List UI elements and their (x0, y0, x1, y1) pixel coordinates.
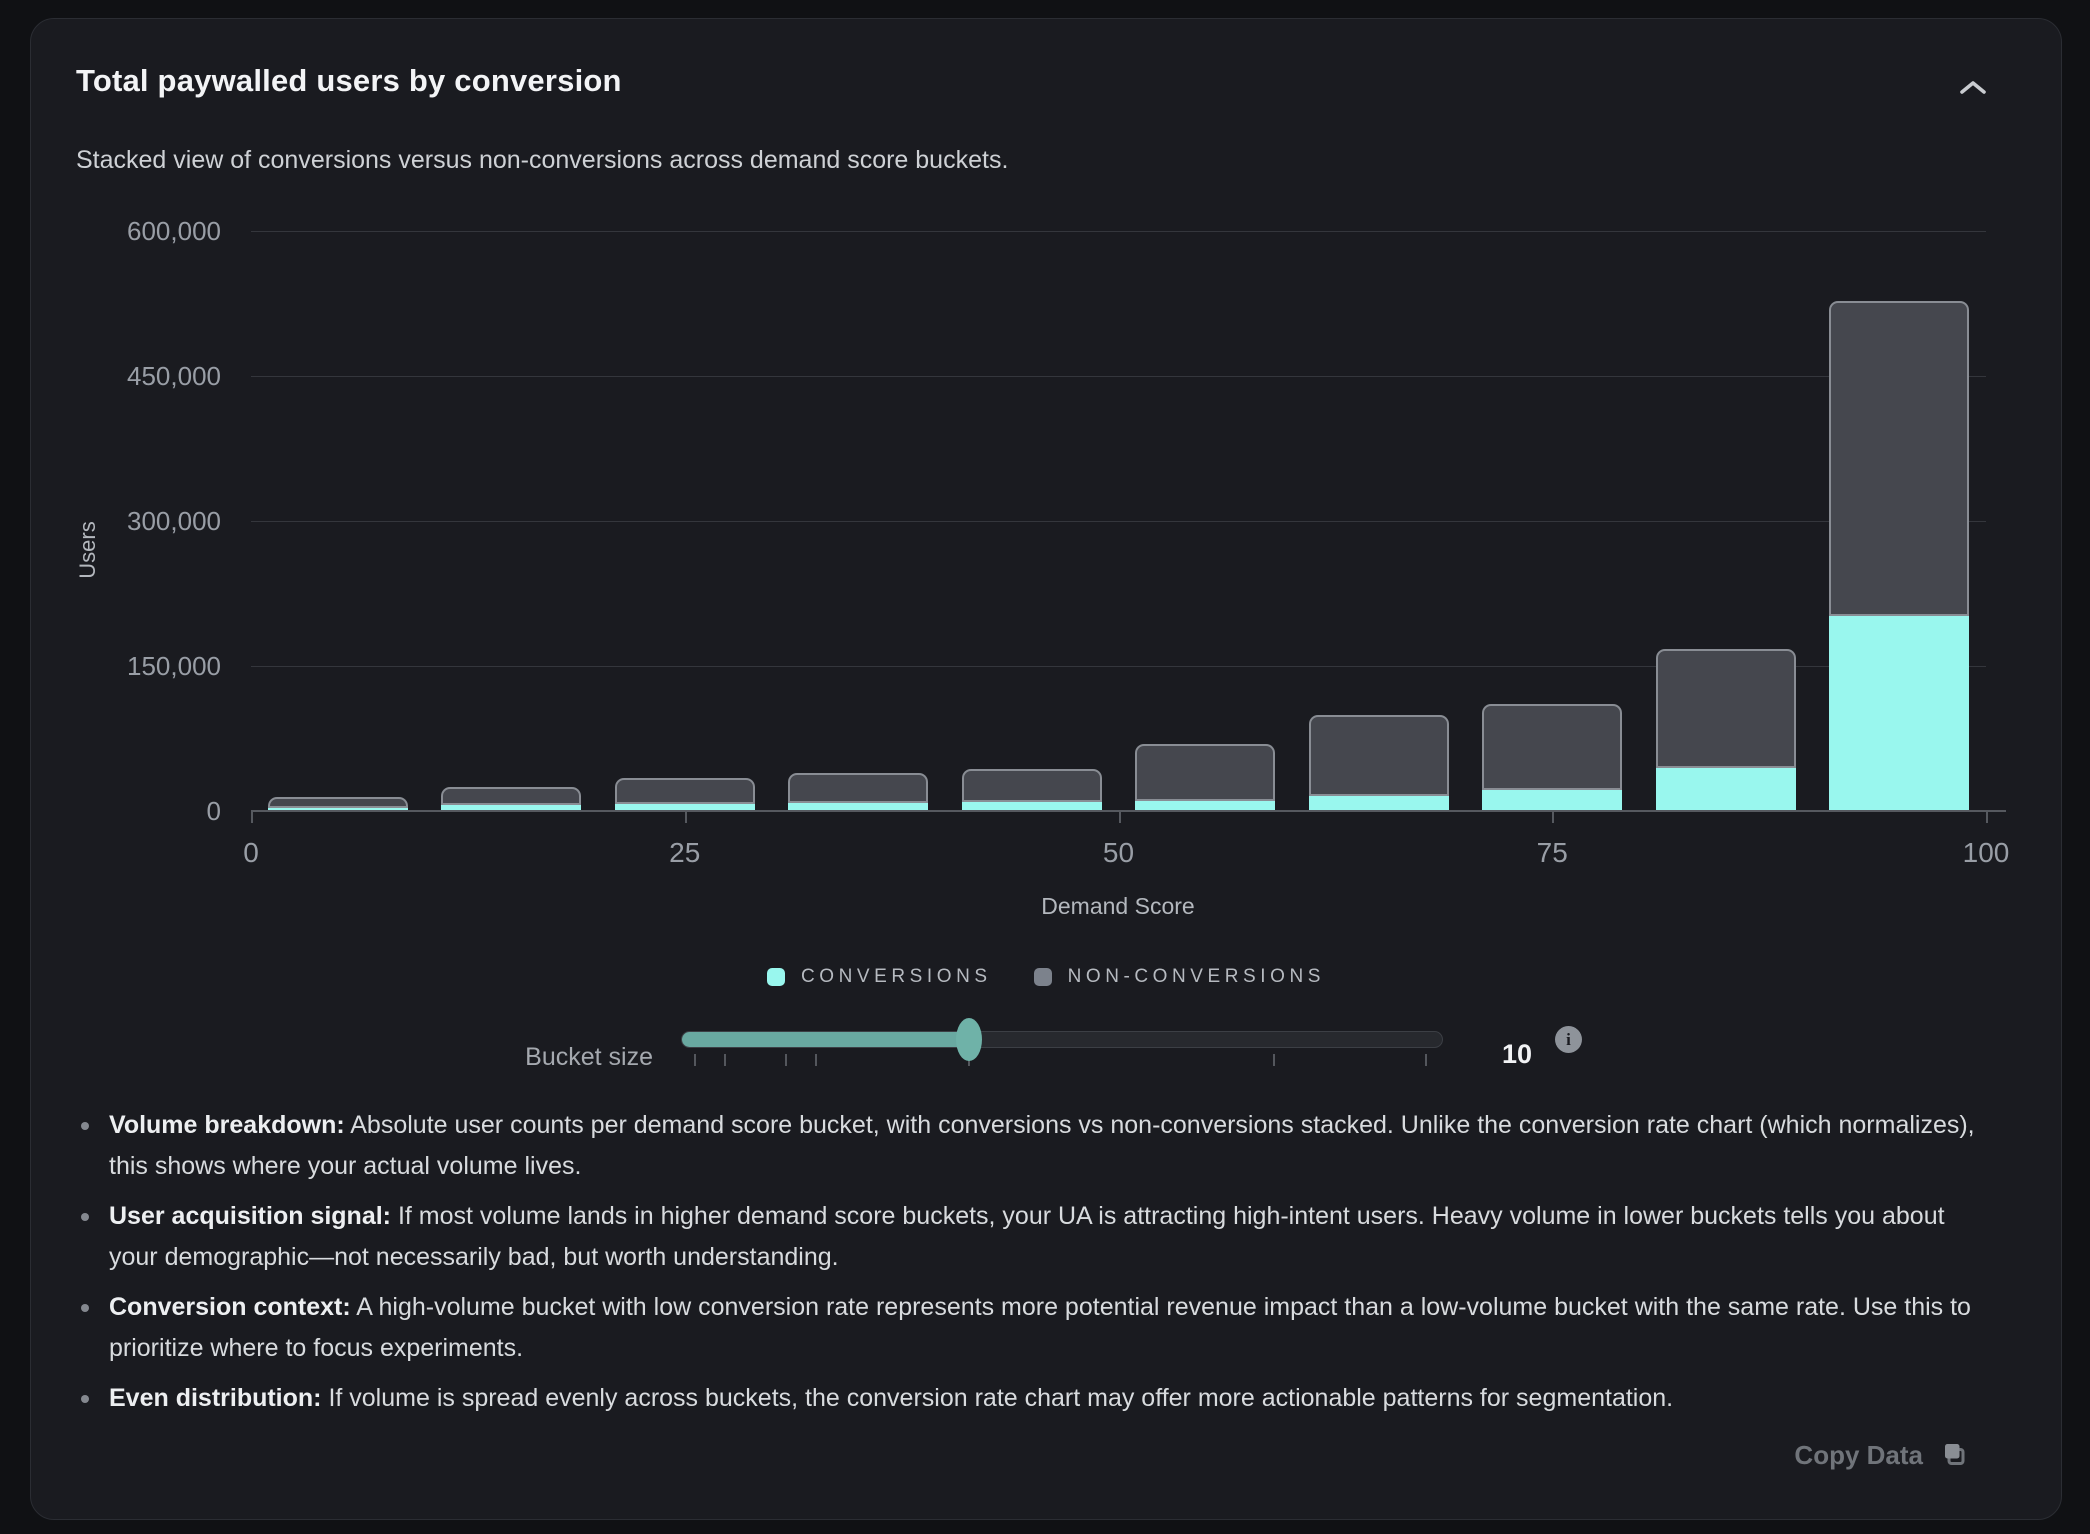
y-axis-tick-label: 600,000 (36, 216, 221, 247)
bar-0-10[interactable] (268, 793, 408, 811)
slider-tick (694, 1054, 696, 1066)
note-lead: Volume breakdown: (109, 1111, 345, 1139)
slider-tick (724, 1054, 726, 1066)
gridline (251, 231, 1986, 232)
gridline (251, 521, 1986, 522)
x-axis-tick-label: 50 (1059, 837, 1179, 869)
list-item: Even distribution: If volume is spread e… (78, 1378, 1978, 1419)
legend-label: CONVERSIONS (801, 966, 992, 988)
non-conversions-swatch-icon (1034, 968, 1052, 986)
y-axis-tick-label: 150,000 (36, 651, 221, 682)
y-axis-tick-label: 300,000 (36, 506, 221, 537)
bar-segment-conversions[interactable] (1656, 768, 1796, 812)
gridline (251, 376, 1986, 377)
bar-segment-conversions[interactable] (1829, 616, 1969, 811)
collapse-button[interactable] (1949, 67, 1997, 111)
bar-10-20[interactable] (441, 783, 581, 811)
bar-segment-non-conversions[interactable] (962, 769, 1102, 802)
x-axis-tickmark (1552, 811, 1554, 823)
note-text: If volume is spread evenly across bucket… (322, 1384, 1674, 1412)
x-axis-line (251, 810, 2006, 812)
bar-segment-non-conversions[interactable] (1309, 715, 1449, 796)
copy-icon (1942, 1441, 1968, 1470)
slider-tick (785, 1054, 787, 1066)
info-icon[interactable]: i (1555, 1026, 1582, 1053)
x-axis-tickmark (1119, 811, 1121, 823)
legend-item-conversions[interactable]: CONVERSIONS (767, 966, 992, 988)
legend-item-non-conversions[interactable]: NON-CONVERSIONS (1034, 966, 1325, 988)
list-item: Volume breakdown: Absolute user counts p… (78, 1105, 1978, 1187)
bar-60-70[interactable] (1309, 711, 1449, 811)
copy-data-button[interactable]: Copy Data (1788, 1439, 1974, 1472)
legend-label: NON-CONVERSIONS (1068, 966, 1325, 988)
bucket-size-slider-fill (682, 1032, 972, 1047)
y-axis-tick-label: 450,000 (36, 361, 221, 392)
bar-segment-non-conversions[interactable] (788, 773, 928, 803)
stacked-bar-chart: 600,000450,000300,000150,00000255075100 (251, 231, 1986, 811)
bar-30-40[interactable] (788, 769, 928, 811)
bar-segment-non-conversions[interactable] (1829, 301, 1969, 616)
x-axis-tickmark (251, 811, 253, 823)
bar-segment-non-conversions[interactable] (1656, 649, 1796, 768)
x-axis-tick-label: 25 (625, 837, 745, 869)
note-lead: User acquisition signal: (109, 1202, 391, 1230)
x-axis-tickmark (1986, 811, 1988, 823)
bucket-size-label: Bucket size (381, 1043, 653, 1072)
bar-segment-non-conversions[interactable] (441, 787, 581, 805)
bucket-size-slider-track[interactable] (681, 1031, 1443, 1048)
list-item: User acquisition signal: If most volume … (78, 1196, 1978, 1278)
chevron-up-icon (1958, 79, 1988, 100)
bar-segment-non-conversions[interactable] (615, 778, 755, 804)
bar-segment-non-conversions[interactable] (268, 797, 408, 808)
x-axis-tick-label: 0 (191, 837, 311, 869)
slider-tick (1425, 1054, 1427, 1066)
x-axis-tick-label: 100 (1926, 837, 2046, 869)
bar-segment-conversions[interactable] (1309, 796, 1449, 811)
bucket-size-slider-thumb[interactable] (956, 1018, 982, 1061)
note-text: A high-volume bucket with low conversion… (109, 1293, 1971, 1362)
y-axis-tick-label: 0 (36, 796, 221, 827)
card-subtitle: Stacked view of conversions versus non-c… (76, 146, 1008, 175)
chart-legend: CONVERSIONS NON-CONVERSIONS (31, 966, 2061, 988)
note-text: Absolute user counts per demand score bu… (109, 1111, 1975, 1180)
bar-40-50[interactable] (962, 765, 1102, 811)
notes-list: Volume breakdown: Absolute user counts p… (78, 1105, 1978, 1428)
chart-card: Total paywalled users by conversion Stac… (30, 18, 2062, 1520)
x-axis-tickmark (685, 811, 687, 823)
slider-tick (1273, 1054, 1275, 1066)
bar-70-80[interactable] (1482, 700, 1622, 811)
note-lead: Conversion context: (109, 1293, 351, 1321)
bar-80-90[interactable] (1656, 645, 1796, 811)
copy-data-label: Copy Data (1794, 1440, 1923, 1471)
slider-tick (815, 1054, 817, 1066)
bar-segment-conversions[interactable] (1482, 790, 1622, 811)
conversions-swatch-icon (767, 968, 785, 986)
page-title: Total paywalled users by conversion (76, 63, 622, 99)
note-lead: Even distribution: (109, 1384, 322, 1412)
bar-50-60[interactable] (1135, 740, 1275, 811)
x-axis-tick-label: 75 (1492, 837, 1612, 869)
bar-segment-non-conversions[interactable] (1482, 704, 1622, 790)
bar-segment-non-conversions[interactable] (1135, 744, 1275, 801)
y-axis-title: Users (75, 500, 105, 600)
bucket-size-value: 10 (1486, 1039, 1548, 1070)
x-axis-title: Demand Score (918, 893, 1318, 920)
list-item: Conversion context: A high-volume bucket… (78, 1287, 1978, 1369)
bar-90-100[interactable] (1829, 297, 1969, 811)
bar-20-30[interactable] (615, 774, 755, 811)
